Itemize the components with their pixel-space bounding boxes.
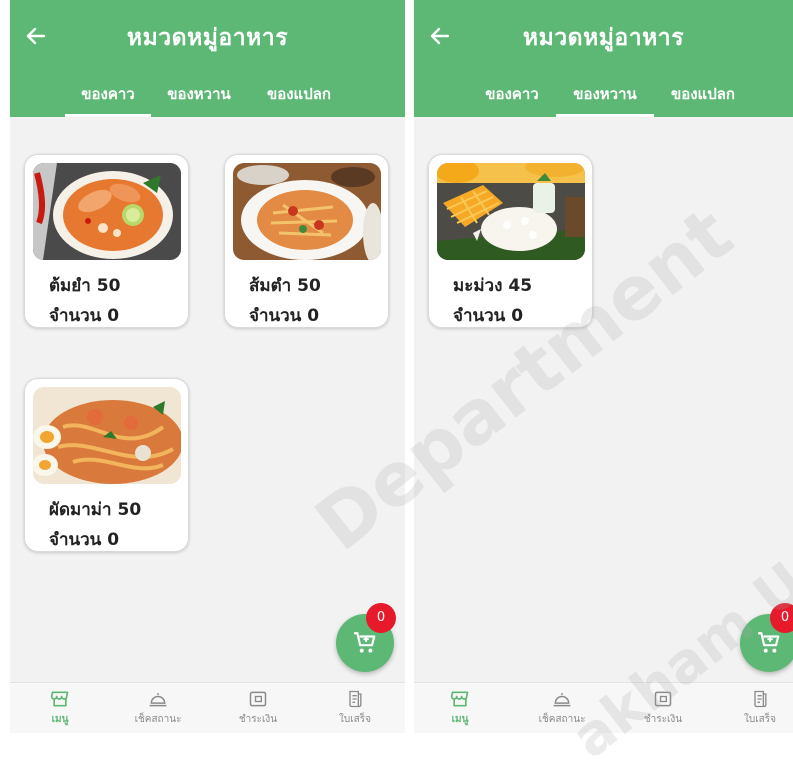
item-quantity: จำนวน 0	[49, 526, 125, 553]
nav-label: เช็คสถานะ	[134, 714, 182, 725]
tab-dessert[interactable]: ของหวาน	[160, 80, 238, 117]
wallet-icon	[249, 691, 267, 707]
tom-yum-image	[33, 163, 181, 260]
cloche-icon	[553, 693, 571, 707]
tab-savory[interactable]: ของคาว	[65, 80, 151, 117]
item-price: 50	[117, 500, 142, 520]
pad-mama-image	[33, 387, 181, 484]
quantity-value: 0	[307, 306, 320, 326]
page-title: หมวดหมู่อาหาร	[522, 25, 685, 51]
cart-count-badge: 0	[366, 603, 396, 633]
nav-item-receipt[interactable]: ใบเสร็จ	[315, 689, 395, 727]
tab-dessert[interactable]: ของหวาน	[556, 80, 654, 117]
menu-card-mango-sticky-rice[interactable]: มะม่วง 45 จำนวน 0	[428, 154, 593, 328]
cart-plus-icon	[354, 632, 376, 653]
item-price: 50	[297, 276, 321, 296]
cloche-icon	[149, 693, 167, 707]
nav-label: เช็คสถานะ	[538, 714, 586, 725]
menu-card-som-tam[interactable]: ส้มตำ 50 จำนวน 0	[224, 154, 389, 328]
nav-item-payment[interactable]: ชำระเงิน	[623, 689, 703, 727]
quantity-label: จำนวน	[453, 306, 506, 326]
tab-savory[interactable]: ของคาว	[471, 80, 553, 117]
item-quantity: จำนวน 0	[453, 302, 529, 329]
cart-plus-icon	[758, 632, 780, 653]
nav-item-menu[interactable]: เมนู	[420, 689, 500, 727]
app-bar: หมวดหมู่อาหาร ของคาว ของหวาน ของแปลก	[414, 0, 793, 117]
cart-count-badge: 0	[770, 603, 793, 633]
nav-item-receipt[interactable]: ใบเสร็จ	[720, 689, 793, 727]
nav-item-status[interactable]: เช็คสถานะ	[118, 689, 198, 727]
tab-exotic[interactable]: ของแปลก	[659, 80, 747, 117]
item-quantity: จำนวน 0	[49, 302, 125, 329]
item-name-price: ต้มยำ 50	[49, 272, 126, 299]
nav-label: ชำระเงิน	[643, 714, 683, 725]
item-name: ส้มตำ	[249, 276, 292, 296]
nav-label: ใบเสร็จ	[744, 714, 776, 725]
item-name: มะม่วง	[453, 276, 503, 296]
nav-item-payment[interactable]: ชำระเงิน	[218, 689, 298, 727]
nav-item-status[interactable]: เช็คสถานะ	[522, 689, 602, 727]
receipt-icon	[754, 690, 767, 708]
item-name-price: มะม่วง 45	[453, 272, 538, 299]
item-name-price: ส้มตำ 50	[249, 272, 327, 299]
tab-exotic[interactable]: ของแปลก	[255, 80, 343, 117]
item-quantity: จำนวน 0	[249, 302, 325, 329]
mango-sticky-rice-image	[437, 163, 585, 260]
store-icon	[50, 691, 69, 707]
menu-card-tom-yum[interactable]: ต้มยำ 50 จำนวน 0	[24, 154, 189, 328]
quantity-label: จำนวน	[49, 530, 102, 550]
item-name: ต้มยำ	[49, 276, 91, 296]
screen-dessert: หมวดหมู่อาหาร ของคาว ของหวาน ของแปลก มะม…	[414, 0, 793, 733]
item-name-price: ผัดมาม่า 50	[49, 496, 147, 523]
item-name: ผัดมาม่า	[49, 500, 112, 520]
receipt-icon	[349, 690, 362, 708]
bottom-navigation: เมนู เช็คสถานะ ชำระเงิน ใบเสร็จ	[414, 682, 793, 733]
wallet-icon	[654, 691, 672, 707]
item-price: 50	[96, 276, 121, 296]
quantity-value: 0	[511, 306, 524, 326]
store-icon	[450, 691, 469, 707]
nav-label: ชำระเงิน	[238, 714, 278, 725]
item-price: 45	[508, 276, 533, 296]
quantity-value: 0	[107, 530, 120, 550]
nav-label: เมนู	[51, 714, 69, 725]
screen-savory: หมวดหมู่อาหาร ของคาว ของหวาน ของแปลก ต้ม…	[10, 0, 405, 733]
nav-label: ใบเสร็จ	[339, 714, 371, 725]
page-title: หมวดหมู่อาหาร	[126, 25, 289, 51]
app-bar: หมวดหมู่อาหาร ของคาว ของหวาน ของแปลก	[10, 0, 405, 117]
nav-label: เมนู	[451, 714, 469, 725]
quantity-label: จำนวน	[249, 306, 302, 326]
quantity-value: 0	[107, 306, 120, 326]
quantity-label: จำนวน	[49, 306, 102, 326]
som-tam-image	[233, 163, 381, 260]
bottom-navigation: เมนู เช็คสถานะ ชำระเงิน ใบเสร็จ	[10, 682, 405, 733]
nav-item-menu[interactable]: เมนู	[20, 689, 100, 727]
menu-card-pad-mama[interactable]: ผัดมาม่า 50 จำนวน 0	[24, 378, 189, 552]
